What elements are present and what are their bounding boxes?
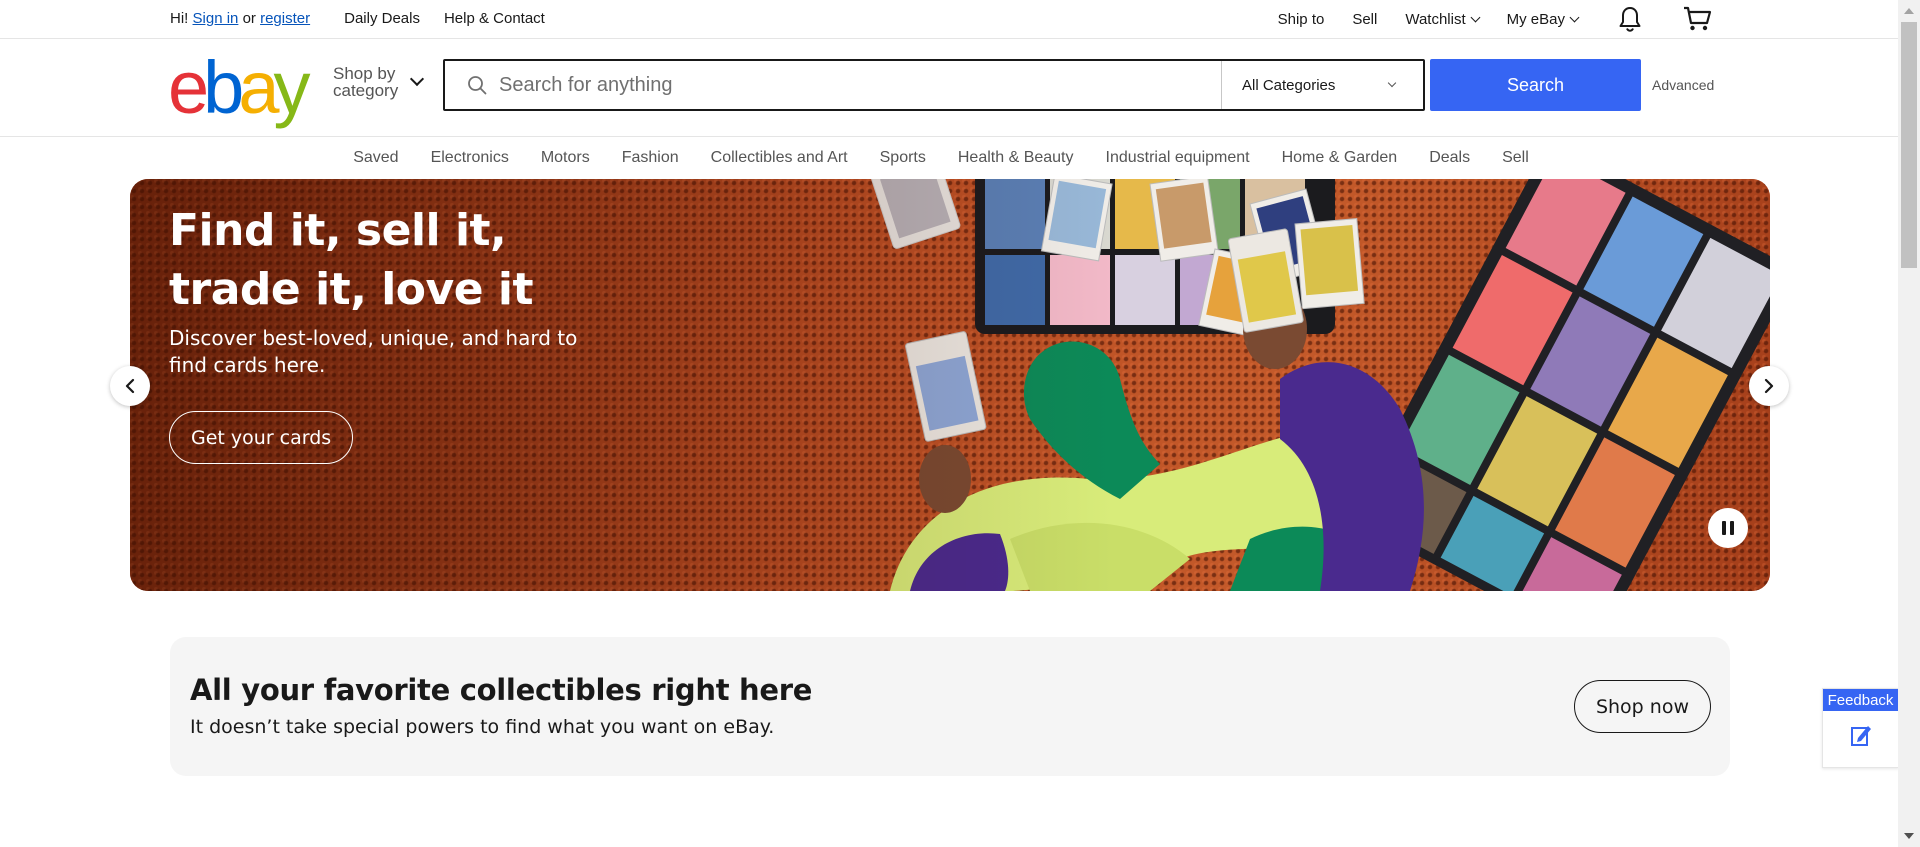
daily-deals-link[interactable]: Daily Deals	[344, 10, 420, 27]
top-utility-bar: Hi! Sign in or register Daily Deals Help…	[0, 0, 1898, 39]
shop-by-label: Shop by	[333, 64, 396, 83]
nav-item-fashion[interactable]: Fashion	[622, 149, 679, 167]
page-scrollbar[interactable]	[1898, 0, 1920, 847]
help-contact-link[interactable]: Help & Contact	[444, 10, 545, 27]
top-bar-left: Hi! Sign in or register Daily Deals Help…	[170, 10, 569, 27]
cart-icon[interactable]	[1682, 6, 1712, 32]
chevron-left-icon	[125, 378, 135, 394]
category-nav: Saved Electronics Motors Fashion Collect…	[0, 138, 1898, 178]
nav-item-sports[interactable]: Sports	[880, 149, 926, 167]
search-icon	[467, 75, 487, 95]
category-label: category	[333, 81, 399, 100]
shop-by-category-button[interactable]: Shop by category	[333, 64, 425, 100]
feedback-label: Feedback	[1823, 689, 1898, 711]
my-ebay-dropdown[interactable]: My eBay	[1506, 10, 1580, 28]
sign-in-link[interactable]: Sign in	[193, 10, 239, 27]
shop-now-button[interactable]: Shop now	[1573, 680, 1711, 733]
search-bar: All Categories	[443, 59, 1425, 111]
collectibles-promo: All your favorite collectibles right her…	[170, 637, 1730, 776]
carousel-prev-button[interactable]	[110, 366, 150, 406]
watchlist-dropdown[interactable]: Watchlist	[1405, 10, 1481, 28]
hero-headline: Find it, sell it, trade it, love it	[169, 205, 534, 315]
nav-item-saved[interactable]: Saved	[353, 149, 398, 167]
promo-subtitle: It doesn’t take special powers to find w…	[190, 716, 775, 738]
chevron-right-icon	[1764, 378, 1774, 394]
nav-item-deals[interactable]: Deals	[1429, 149, 1470, 167]
pause-icon	[1720, 521, 1736, 535]
nav-item-electronics[interactable]: Electronics	[431, 149, 509, 167]
hero-subtext: Discover best-loved, unique, and hard to…	[169, 326, 578, 377]
advanced-search-link[interactable]: Advanced	[1652, 77, 1714, 93]
chevron-down-icon	[1387, 78, 1397, 88]
ebay-logo[interactable]: ebay	[168, 51, 310, 125]
nav-item-industrial[interactable]: Industrial equipment	[1106, 149, 1250, 167]
scroll-down-arrow-icon[interactable]	[1904, 833, 1914, 839]
nav-item-health-beauty[interactable]: Health & Beauty	[958, 149, 1074, 167]
carousel-pause-button[interactable]	[1708, 508, 1748, 548]
search-button[interactable]: Search	[1430, 59, 1641, 111]
register-link[interactable]: register	[260, 10, 310, 27]
get-your-cards-button[interactable]: Get your cards	[169, 411, 354, 464]
main-header: ebay Shop bycategory All Categories Sear…	[0, 39, 1898, 137]
category-select-value: All Categories	[1242, 76, 1336, 94]
watchlist-label: Watchlist	[1405, 10, 1466, 28]
scroll-up-arrow-icon[interactable]	[1904, 8, 1914, 14]
chevron-down-icon	[1470, 12, 1481, 22]
chevron-down-icon	[1569, 12, 1580, 22]
top-bar-right: Ship to Sell Watchlist My eBay	[1278, 0, 1712, 38]
hero-banner: Find it, sell it, trade it, love it Disc…	[130, 179, 1770, 591]
carousel-next-button[interactable]	[1749, 366, 1789, 406]
feedback-widget[interactable]: Feedback	[1822, 688, 1899, 768]
search-input[interactable]	[499, 73, 1199, 97]
nav-item-motors[interactable]: Motors	[541, 149, 590, 167]
bell-icon[interactable]	[1618, 6, 1642, 32]
chevron-down-icon	[410, 71, 425, 87]
promo-title: All your favorite collectibles right her…	[190, 673, 813, 707]
category-select[interactable]: All Categories	[1221, 61, 1423, 109]
nav-item-home-garden[interactable]: Home & Garden	[1282, 149, 1398, 167]
nav-item-sell[interactable]: Sell	[1502, 149, 1529, 167]
my-ebay-label: My eBay	[1506, 10, 1565, 28]
scrollbar-thumb[interactable]	[1901, 22, 1917, 268]
greeting-text: Hi!	[170, 10, 189, 27]
nav-item-collectibles[interactable]: Collectibles and Art	[711, 149, 848, 167]
or-text: or	[242, 10, 256, 27]
edit-note-icon	[1823, 723, 1898, 747]
sell-link[interactable]: Sell	[1352, 11, 1377, 28]
ship-to-button[interactable]: Ship to	[1278, 11, 1325, 28]
